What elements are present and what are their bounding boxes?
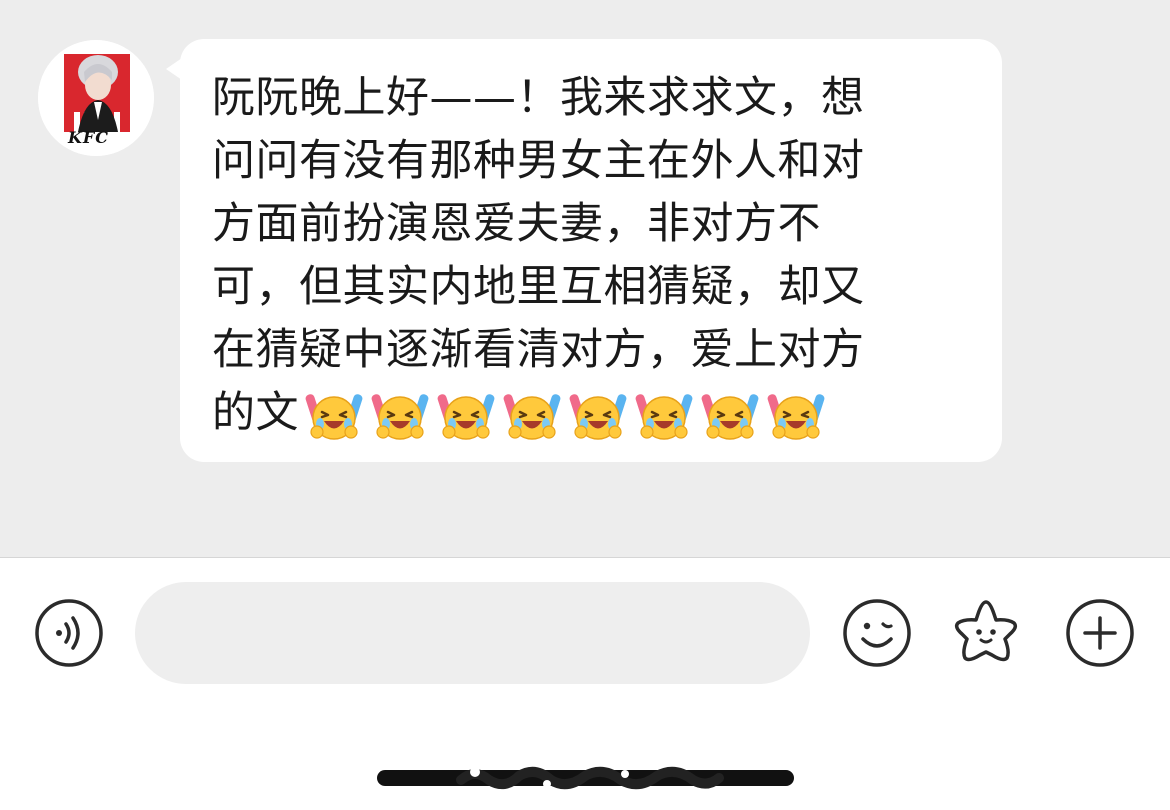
crying-laughing-emoji-icon [305, 393, 363, 440]
plus-icon [1066, 599, 1134, 667]
sticker-button[interactable] [950, 596, 1020, 666]
crying-laughing-emoji-icon [437, 393, 495, 440]
more-button[interactable] [1065, 598, 1135, 668]
crying-laughing-emoji-icon [371, 393, 429, 440]
message-line: 方面前扮演恩爱夫妻，非对方不 [212, 199, 821, 249]
crying-laughing-emoji-icon [767, 393, 825, 440]
emoji-button[interactable] [842, 598, 912, 668]
message-line: 在猜疑中逐渐看清对方，爱上对方 [212, 325, 865, 375]
crying-laughing-emoji-icon [635, 393, 693, 440]
message-input[interactable] [135, 582, 810, 684]
voice-button[interactable] [34, 598, 104, 668]
message-bubble[interactable]: 阮阮晚上好——！我来求求文，想 问问有没有那种男女主在外人和对 方面前扮演恩爱夫… [180, 39, 1002, 462]
message-line: 问问有没有那种男女主在外人和对 [212, 136, 865, 186]
crying-laughing-emoji-icon [503, 393, 561, 440]
emoji-row [305, 388, 833, 444]
message-line-last: 的文 [212, 382, 982, 445]
message-line: 的文 [212, 388, 299, 438]
message-line: 可，但其实内地里互相猜疑，却又 [212, 262, 865, 312]
emoji-face-icon [843, 599, 911, 667]
watermark-scribble [456, 766, 724, 790]
avatar-logo-text: KFC [68, 128, 109, 147]
crying-laughing-emoji-icon [569, 393, 627, 440]
crying-laughing-emoji-icon [701, 393, 759, 440]
sticker-star-icon [954, 600, 1018, 662]
voice-icon [35, 599, 103, 667]
avatar[interactable]: KFC [38, 40, 154, 156]
message-line: 阮阮晚上好——！我来求求文，想 [212, 73, 865, 123]
